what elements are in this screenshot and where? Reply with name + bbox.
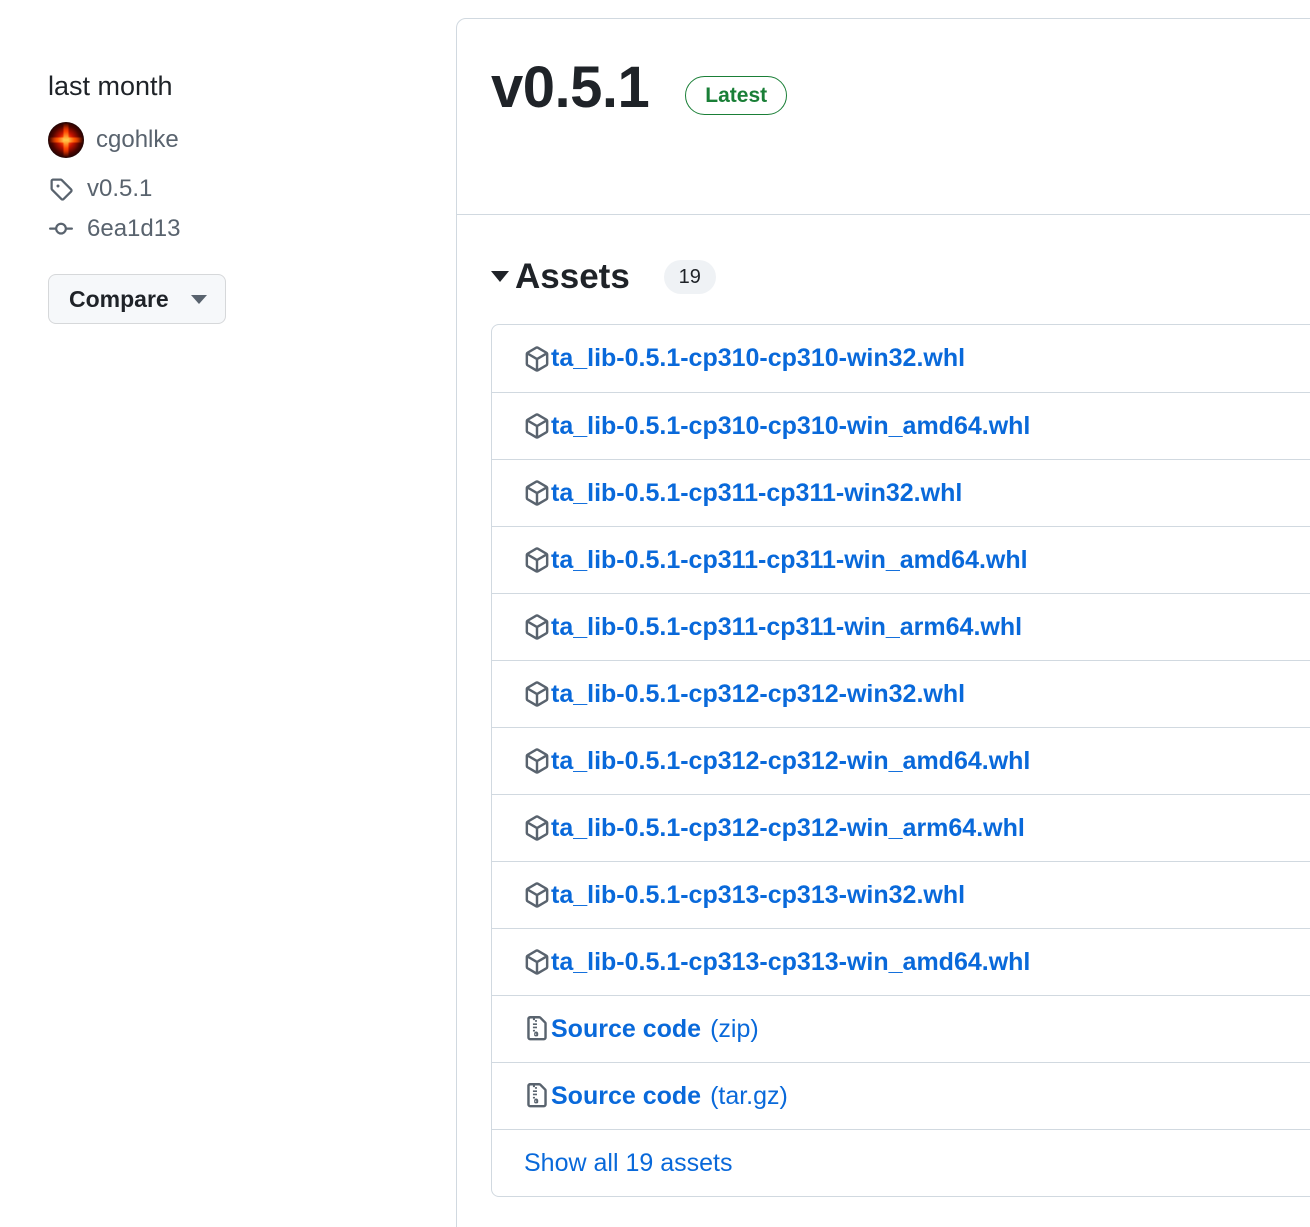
compare-button[interactable]: Compare xyxy=(48,274,226,325)
git-commit-icon xyxy=(48,216,74,242)
package-icon xyxy=(524,413,550,439)
show-all-assets-row[interactable]: Show all 19 assets xyxy=(492,1129,1310,1196)
package-icon xyxy=(524,681,550,707)
chevron-down-icon xyxy=(190,294,207,304)
asset-row[interactable]: ta_lib-0.5.1-cp313-cp313-win32.whl xyxy=(492,861,1310,928)
asset-name-link[interactable]: ta_lib-0.5.1-cp313-cp313-win32.whl xyxy=(551,882,965,908)
tag-icon xyxy=(48,176,74,202)
asset-row[interactable]: ta_lib-0.5.1-cp311-cp311-win_amd64.whl xyxy=(492,526,1310,593)
asset-name-link[interactable]: ta_lib-0.5.1-cp311-cp311-win32.whl xyxy=(551,480,962,506)
asset-name-link[interactable]: ta_lib-0.5.1-cp310-cp310-win32.whl xyxy=(551,346,965,371)
avatar[interactable] xyxy=(48,122,84,159)
release-page: last month cgohlke v0.5.1 6ea1d13 Compar… xyxy=(0,0,1310,1227)
file-zip-icon xyxy=(524,1016,550,1042)
package-icon xyxy=(524,614,550,640)
package-icon xyxy=(524,480,550,506)
asset-name-link[interactable]: ta_lib-0.5.1-cp310-cp310-win_amd64.whl xyxy=(551,413,1030,439)
release-date: last month xyxy=(48,71,173,101)
assets-section: Assets 19 ta_lib-0.5.1-cp310-cp310-win32… xyxy=(457,215,1310,1197)
asset-name-link[interactable]: Source code xyxy=(551,1083,701,1109)
author-name[interactable]: cgohlke xyxy=(96,128,179,152)
package-icon xyxy=(524,949,550,975)
asset-name-link[interactable]: ta_lib-0.5.1-cp311-cp311-win_amd64.whl xyxy=(551,547,1028,573)
asset-name-link[interactable]: ta_lib-0.5.1-cp311-cp311-win_arm64.whl xyxy=(551,614,1022,640)
compare-button-label: Compare xyxy=(69,285,169,312)
package-icon xyxy=(524,748,550,774)
tag-name[interactable]: v0.5.1 xyxy=(87,177,152,201)
release-title: v0.5.1 xyxy=(491,55,650,120)
asset-row[interactable]: ta_lib-0.5.1-cp311-cp311-win32.whl xyxy=(492,459,1310,526)
assets-title[interactable]: Assets xyxy=(515,259,630,294)
asset-name-link[interactable]: ta_lib-0.5.1-cp313-cp313-win_amd64.whl xyxy=(551,949,1030,975)
asset-name-link[interactable]: Source code xyxy=(551,1016,701,1042)
release-header: v0.5.1 Latest xyxy=(457,19,1310,215)
asset-row[interactable]: ta_lib-0.5.1-cp310-cp310-win_amd64.whl xyxy=(492,392,1310,459)
asset-row[interactable]: Source code (zip) xyxy=(492,995,1310,1062)
release-sidebar: last month cgohlke v0.5.1 6ea1d13 Compar… xyxy=(48,70,428,325)
asset-name-link[interactable]: ta_lib-0.5.1-cp312-cp312-win_amd64.whl xyxy=(551,748,1030,774)
tag-row[interactable]: v0.5.1 xyxy=(48,172,428,206)
asset-row[interactable]: ta_lib-0.5.1-cp310-cp310-win32.whl xyxy=(492,325,1310,392)
asset-row[interactable]: ta_lib-0.5.1-cp312-cp312-win32.whl xyxy=(492,660,1310,727)
triangle-down-icon[interactable] xyxy=(491,271,509,282)
show-all-assets-link[interactable]: Show all 19 assets xyxy=(524,1150,732,1176)
asset-row[interactable]: ta_lib-0.5.1-cp312-cp312-win_amd64.whl xyxy=(492,727,1310,794)
assets-count-badge: 19 xyxy=(663,259,716,294)
assets-heading[interactable]: Assets 19 xyxy=(491,259,1310,294)
asset-format-suffix[interactable]: (tar.gz) xyxy=(710,1083,788,1109)
assets-list: ta_lib-0.5.1-cp310-cp310-win32.whl ta_lib… xyxy=(491,324,1310,1197)
asset-format-suffix[interactable]: (zip) xyxy=(710,1016,759,1042)
release-main-panel: v0.5.1 Latest Assets 19 ta_lib-0.5.1-cp3… xyxy=(456,18,1310,1227)
latest-badge: Latest xyxy=(685,76,788,115)
asset-name-link[interactable]: ta_lib-0.5.1-cp312-cp312-win_arm64.whl xyxy=(551,815,1025,841)
file-zip-icon xyxy=(524,1083,550,1109)
commit-row[interactable]: 6ea1d13 xyxy=(48,212,428,246)
package-icon xyxy=(524,345,550,372)
asset-name-link[interactable]: ta_lib-0.5.1-cp312-cp312-win32.whl xyxy=(551,681,965,707)
package-icon xyxy=(524,547,550,573)
asset-row[interactable]: Source code (tar.gz) xyxy=(492,1062,1310,1129)
asset-row[interactable]: ta_lib-0.5.1-cp312-cp312-win_arm64.whl xyxy=(492,794,1310,861)
commit-sha[interactable]: 6ea1d13 xyxy=(87,217,180,241)
asset-row[interactable]: ta_lib-0.5.1-cp313-cp313-win_amd64.whl xyxy=(492,928,1310,995)
package-icon xyxy=(524,815,550,841)
asset-row[interactable]: ta_lib-0.5.1-cp311-cp311-win_arm64.whl xyxy=(492,593,1310,660)
package-icon xyxy=(524,882,550,908)
author-row[interactable]: cgohlke xyxy=(48,122,428,159)
